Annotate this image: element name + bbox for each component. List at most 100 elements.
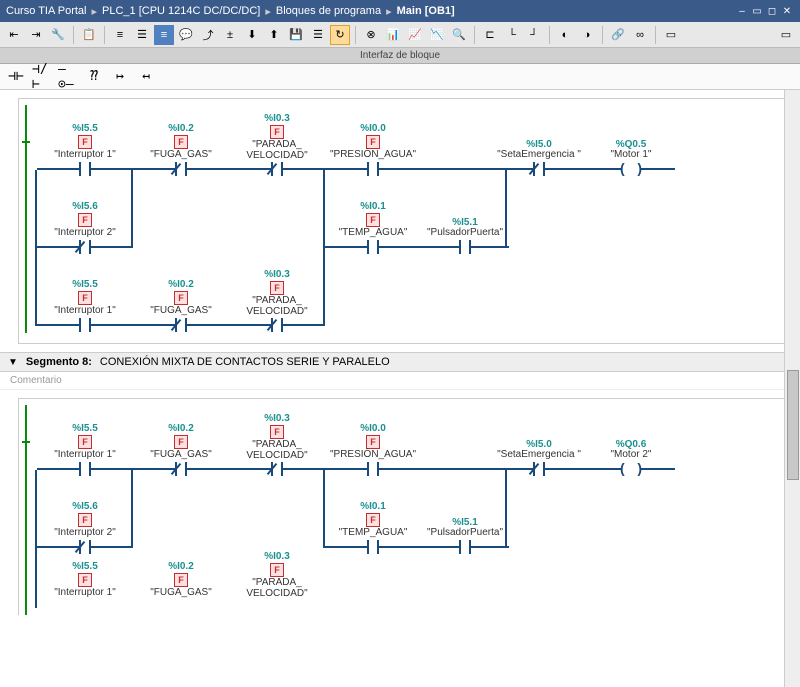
tool-btn[interactable]: ◑: [577, 25, 597, 45]
contact-no[interactable]: %I0.0 F "PRESIÓN_AGUA": [325, 123, 421, 177]
toolbar-separator: [73, 26, 74, 44]
force-badge: F: [78, 513, 92, 527]
tool-btn[interactable]: ☰: [132, 25, 152, 45]
breadcrumb-2[interactable]: PLC_1 [CPU 1214C DC/DC/DC]: [102, 5, 260, 17]
contact-nc[interactable]: %I0.3 F "PARADA_ VELOCIDAD": [229, 113, 325, 177]
tool-btn[interactable]: ┘: [524, 25, 544, 45]
address: %I0.3: [264, 113, 290, 124]
toolbar-separator: [655, 26, 656, 44]
tag-label: "Motor 2": [610, 450, 651, 461]
tool-btn[interactable]: ≡: [154, 25, 174, 45]
force-badge: F: [174, 135, 188, 149]
tool-btn-right[interactable]: ▭: [776, 25, 796, 45]
breadcrumb-1[interactable]: Curso TIA Portal: [6, 5, 87, 17]
coil-icon[interactable]: –⊙–: [58, 68, 78, 86]
force-badge: F: [366, 513, 380, 527]
tool-btn[interactable]: 📋: [79, 25, 99, 45]
tool-btn[interactable]: ☰: [308, 25, 328, 45]
contact-nc[interactable]: %I5.6 F "Interruptor 2": [37, 201, 133, 255]
power-rail: [25, 105, 27, 177]
breadcrumb-sep: ▸: [92, 5, 98, 18]
tool-btn[interactable]: 💾: [286, 25, 306, 45]
contact-no[interactable]: %I5.1 "PulsadorPuerta": [421, 217, 509, 255]
tool-btn[interactable]: 🔧: [48, 25, 68, 45]
contact-nc[interactable]: %I0.3 F "PARADA_ VELOCIDAD": [229, 413, 325, 477]
editor-main: %I5.5 F "Interruptor 1" %I0.2 F "FUGA_GA…: [0, 90, 800, 687]
segment-header[interactable]: ▼ Segmento 8: CONEXIÓN MIXTA DE CONTACTO…: [0, 352, 800, 372]
coil-output[interactable]: %Q0.5 "Motor 1": [587, 139, 675, 177]
tool-btn[interactable]: 🔗: [608, 25, 628, 45]
branch-close-icon[interactable]: ↤: [136, 68, 156, 86]
comment-field[interactable]: Comentario: [0, 372, 800, 390]
address: %I0.2: [168, 561, 194, 572]
vertical-scrollbar[interactable]: [784, 90, 800, 687]
contact-no[interactable]: %I5.5 F "Interruptor 1": [37, 123, 133, 177]
tool-btn[interactable]: └: [502, 25, 522, 45]
scrollbar-thumb[interactable]: [787, 370, 799, 480]
tool-btn[interactable]: ∞: [630, 25, 650, 45]
tag-label: "FUGA_GAS": [150, 588, 212, 599]
box-icon[interactable]: ⁇: [84, 68, 104, 86]
breadcrumb-3[interactable]: Bloques de programa: [276, 5, 381, 17]
tool-btn[interactable]: 📉: [427, 25, 447, 45]
contact-no[interactable]: %I0.1 F "TEMP_AGUA": [325, 501, 421, 555]
tool-btn[interactable]: 🔍: [449, 25, 469, 45]
toolbar-separator: [549, 26, 550, 44]
tool-btn[interactable]: ⬆: [264, 25, 284, 45]
contact-nc[interactable]: %I0.2 F "FUGA_GAS": [133, 279, 229, 333]
contact-no[interactable]: %I5.5 F "Interruptor 1": [37, 423, 133, 477]
branch-wire: [323, 170, 325, 248]
tool-btn[interactable]: ▭: [661, 25, 681, 45]
tag-label: "Interruptor 2": [54, 528, 116, 539]
tool-btn[interactable]: ⇥: [26, 25, 46, 45]
tool-btn[interactable]: ⊗: [361, 25, 381, 45]
contact-nc[interactable]: %I0.3 F "PARADA_ VELOCIDAD": [229, 551, 325, 615]
contact-nc-icon[interactable]: ⊣/⊢: [32, 68, 52, 86]
toolbar-separator: [104, 26, 105, 44]
contact-no[interactable]: %I5.5 F "Interruptor 1": [37, 561, 133, 615]
contact-nc[interactable]: %I0.3 F "PARADA_ VELOCIDAD": [229, 269, 325, 333]
contact-no[interactable]: %I0.1 F "TEMP_AGUA": [325, 201, 421, 255]
close-icon[interactable]: ✕: [780, 4, 794, 18]
tool-btn[interactable]: 💬: [176, 25, 196, 45]
tool-btn[interactable]: ±: [220, 25, 240, 45]
network-box[interactable]: %I5.5 F "Interruptor 1" %I0.2 F "FUGA_GA…: [18, 398, 790, 615]
collapse-icon[interactable]: ▼: [8, 357, 18, 368]
branch-open-icon[interactable]: ↦: [110, 68, 130, 86]
rung-row: %I5.5 F "Interruptor 1" %I0.2 F "FUGA_GA…: [25, 405, 783, 477]
coil-output[interactable]: %Q0.6 "Motor 2": [587, 439, 675, 477]
force-badge: F: [366, 435, 380, 449]
rung-row: %I5.5 F "Interruptor 1" %I0.2 F "FUGA_GA…: [25, 255, 783, 333]
minimize-icon[interactable]: –: [735, 4, 749, 18]
tool-btn[interactable]: ◐: [555, 25, 575, 45]
network-box[interactable]: %I5.5 F "Interruptor 1" %I0.2 F "FUGA_GA…: [18, 98, 790, 344]
restore-icon[interactable]: ▭: [750, 4, 764, 18]
contact-no-icon[interactable]: ⊣⊢: [6, 68, 26, 86]
tool-btn[interactable]: ≡: [110, 25, 130, 45]
contact-nc[interactable]: %I0.2 F "FUGA_GAS": [133, 423, 229, 477]
contact-nc[interactable]: %I0.2 F "FUGA_GAS": [133, 561, 229, 615]
contact-no[interactable]: %I5.5 F "Interruptor 1": [37, 279, 133, 333]
tool-btn-active[interactable]: ↻: [330, 25, 350, 45]
tag-label: "PulsadorPuerta": [427, 228, 503, 239]
breadcrumb-sep: ▸: [386, 5, 392, 18]
tool-btn[interactable]: ⊏: [480, 25, 500, 45]
breadcrumb-4[interactable]: Main [OB1]: [397, 5, 455, 17]
tool-btn[interactable]: 📊: [383, 25, 403, 45]
maximize-icon[interactable]: ◻: [765, 4, 779, 18]
contact-nc[interactable]: %I5.6 F "Interruptor 2": [37, 501, 133, 555]
tool-btn[interactable]: 📈: [405, 25, 425, 45]
contact-no[interactable]: %I0.0 F "PRESIÓN_AGUA": [325, 423, 421, 477]
force-badge: F: [78, 135, 92, 149]
tool-btn[interactable]: ⇤: [4, 25, 24, 45]
tag-label: "Interruptor 2": [54, 228, 116, 239]
power-rail: [25, 477, 27, 555]
tool-btn[interactable]: ⬇: [242, 25, 262, 45]
interface-bar[interactable]: Interfaz de bloque: [0, 48, 800, 64]
contact-nc[interactable]: %I0.2 F "FUGA_GAS": [133, 123, 229, 177]
contact-no[interactable]: %I5.1 "PulsadorPuerta": [421, 517, 509, 555]
address: %I0.3: [264, 551, 290, 562]
tag-label: "PARADA_ VELOCIDAD": [229, 296, 325, 317]
tool-btn[interactable]: ⤴: [198, 25, 218, 45]
force-badge: F: [174, 291, 188, 305]
